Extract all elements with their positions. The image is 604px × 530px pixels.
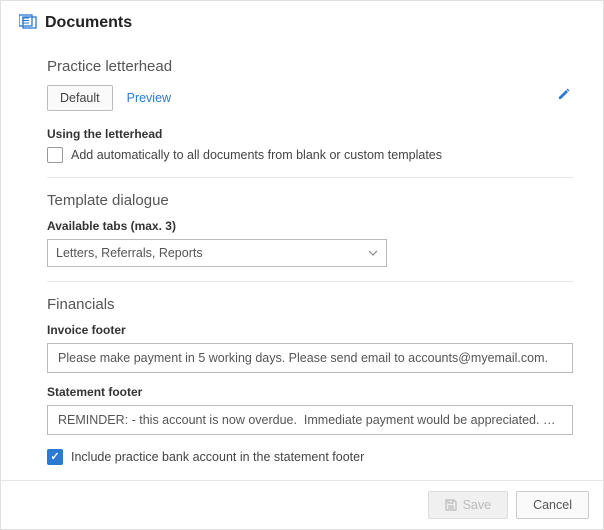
dialog-title: Documents: [45, 14, 132, 32]
include-bank-label: Include practice bank account in the sta…: [71, 450, 364, 464]
default-button[interactable]: Default: [47, 85, 113, 111]
section-template: Template dialogue Available tabs (max. 3…: [47, 178, 573, 282]
pencil-icon: [557, 87, 571, 101]
statement-footer-label: Statement footer: [47, 385, 573, 399]
letterhead-title: Practice letterhead: [47, 58, 172, 75]
available-tabs-label: Available tabs (max. 3): [47, 219, 573, 233]
financials-title: Financials: [47, 296, 115, 313]
save-label: Save: [463, 498, 492, 512]
preview-link[interactable]: Preview: [127, 91, 171, 105]
invoice-footer-input[interactable]: [47, 343, 573, 373]
chevron-down-icon: [368, 248, 378, 259]
dialog-content: Practice letterhead Default Preview Usin…: [1, 44, 603, 480]
select-value: Letters, Referrals, Reports: [56, 246, 203, 260]
template-title: Template dialogue: [47, 192, 169, 209]
auto-add-checkbox[interactable]: [47, 147, 63, 163]
available-tabs-select[interactable]: Letters, Referrals, Reports: [47, 239, 387, 267]
section-financials: Financials Invoice footer Statement foot…: [47, 282, 573, 471]
section-letterhead: Practice letterhead Default Preview Usin…: [47, 44, 573, 178]
dialog-footer: Save Cancel: [1, 480, 603, 529]
cancel-label: Cancel: [533, 498, 572, 512]
edit-letterhead-button[interactable]: [555, 85, 573, 106]
save-icon: [445, 499, 457, 511]
documents-icon: [19, 13, 37, 32]
include-bank-checkbox[interactable]: [47, 449, 63, 465]
cancel-button[interactable]: Cancel: [516, 491, 589, 519]
statement-footer-input[interactable]: [47, 405, 573, 435]
using-letterhead-label: Using the letterhead: [47, 127, 573, 141]
save-button[interactable]: Save: [428, 491, 509, 519]
dialog-header: Documents: [1, 1, 603, 44]
invoice-footer-label: Invoice footer: [47, 323, 573, 337]
auto-add-label: Add automatically to all documents from …: [71, 148, 442, 162]
